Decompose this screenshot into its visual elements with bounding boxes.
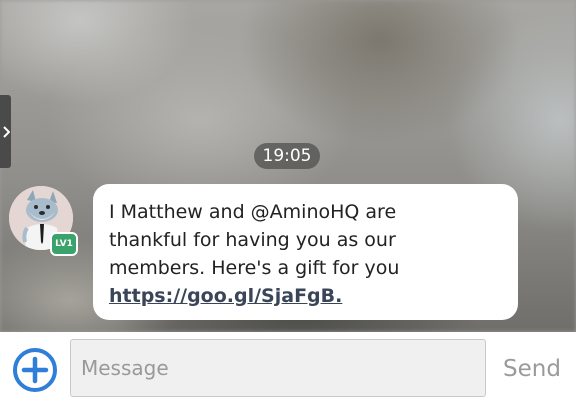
side-drawer-handle[interactable]: [0, 95, 11, 168]
message-line: thankful for having you as our: [109, 229, 396, 251]
send-button[interactable]: Send: [496, 352, 568, 386]
chat-screen: 19:05 LV1 I Matthew and @AminoHQ are tha…: [0, 0, 576, 406]
message-bubble[interactable]: I Matthew and @AminoHQ are thankful for …: [93, 184, 518, 320]
message-line: members. Here's a gift for you: [109, 257, 400, 279]
message-timestamp: 19:05: [254, 143, 320, 169]
add-attachment-button[interactable]: [13, 348, 57, 392]
message-composer: Send: [0, 332, 576, 406]
message-input[interactable]: [70, 339, 486, 397]
plus-circle-icon: [17, 352, 53, 388]
message-link[interactable]: https://goo.gl/SjaFgB.: [109, 285, 342, 307]
message-line: I Matthew and @AminoHQ are: [109, 201, 397, 223]
level-badge: LV1: [50, 232, 78, 256]
chevron-right-icon: [2, 125, 10, 138]
